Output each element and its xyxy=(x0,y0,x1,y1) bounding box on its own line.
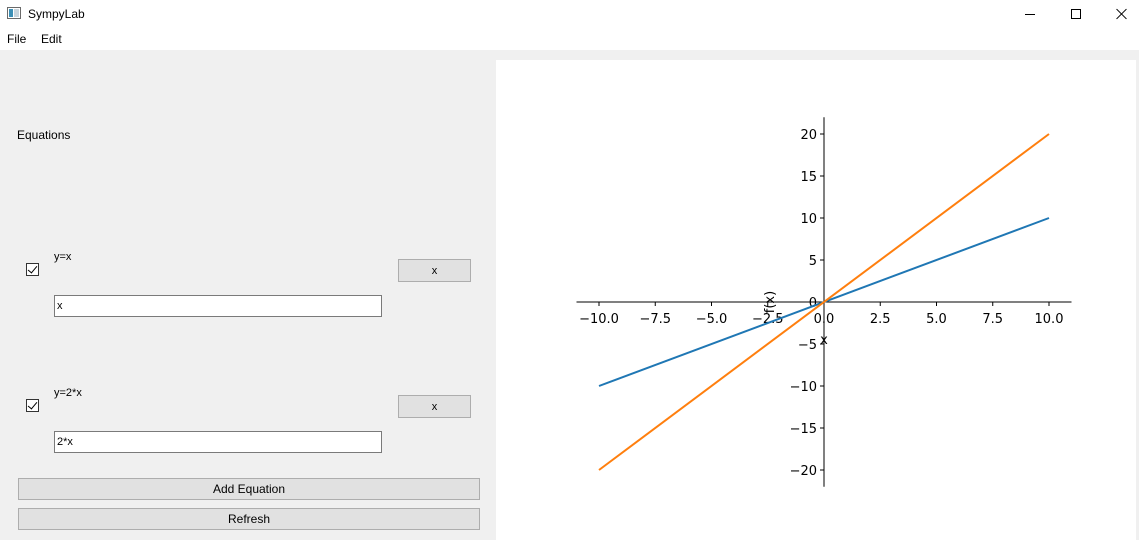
plot-svg: −10.0 −7.5 −5.0 −2.5 0.0 2.5 5.0 7.5 10.0−20−15−… xyxy=(576,117,1072,487)
y-tick-label: −5 xyxy=(798,338,817,353)
close-button[interactable] xyxy=(1099,0,1139,28)
y-tick-label: 20 xyxy=(800,128,817,143)
maximize-icon xyxy=(1071,9,1081,19)
add-equation-button[interactable]: Add Equation xyxy=(18,478,480,500)
y-tick-label: −15 xyxy=(790,422,817,437)
y-tick-label: 5 xyxy=(809,254,817,269)
equation-1-remove-button[interactable]: x xyxy=(398,259,471,282)
app-icon xyxy=(7,7,21,19)
menu-file[interactable]: File xyxy=(7,32,26,46)
menu-bar: File Edit xyxy=(0,28,1139,50)
x-tick-label: −7.5 xyxy=(639,312,671,327)
maximize-button[interactable] xyxy=(1053,0,1099,28)
window-title: SympyLab xyxy=(28,7,85,21)
equation-2-label: y=2*x xyxy=(54,387,82,399)
x-tick-label: 7.5 xyxy=(982,312,1003,327)
plot-canvas: −10.0 −7.5 −5.0 −2.5 0.0 2.5 5.0 7.5 10.0 −20 −15−… xyxy=(496,60,1136,540)
equation-1-label: y=x xyxy=(54,251,72,263)
menu-edit[interactable]: Edit xyxy=(41,32,62,46)
equations-panel: Equations y=x x y=2*x x Add Equation Ref… xyxy=(0,50,496,540)
minimize-icon xyxy=(1025,13,1035,15)
x-tick-label: 2.5 xyxy=(870,312,891,327)
equation-2-input[interactable] xyxy=(54,431,382,453)
x-tick-label: −10.0 xyxy=(579,312,619,327)
equations-heading: Equations xyxy=(17,128,71,142)
title-bar: SympyLab xyxy=(0,0,1139,28)
refresh-button[interactable]: Refresh xyxy=(18,508,480,530)
equation-1-input[interactable] xyxy=(54,295,382,317)
minimize-button[interactable] xyxy=(1007,0,1053,28)
x-tick-label: 0.0 xyxy=(814,312,835,327)
x-axis-label: x xyxy=(820,333,828,348)
equation-1-checkbox[interactable] xyxy=(26,263,39,276)
y-tick-label: 15 xyxy=(800,170,817,185)
x-tick-label: 10.0 xyxy=(1035,312,1064,327)
y-tick-label: −20 xyxy=(790,464,817,479)
x-tick-label: −5.0 xyxy=(696,312,728,327)
equation-2-remove-button[interactable]: x xyxy=(398,395,471,418)
y-axis-label: f(x) xyxy=(763,291,778,313)
equation-2-checkbox[interactable] xyxy=(26,399,39,412)
close-icon xyxy=(1116,8,1128,20)
x-tick-label: 5.0 xyxy=(926,312,947,327)
y-tick-label: 10 xyxy=(800,212,817,227)
y-tick-label: −10 xyxy=(790,380,817,395)
